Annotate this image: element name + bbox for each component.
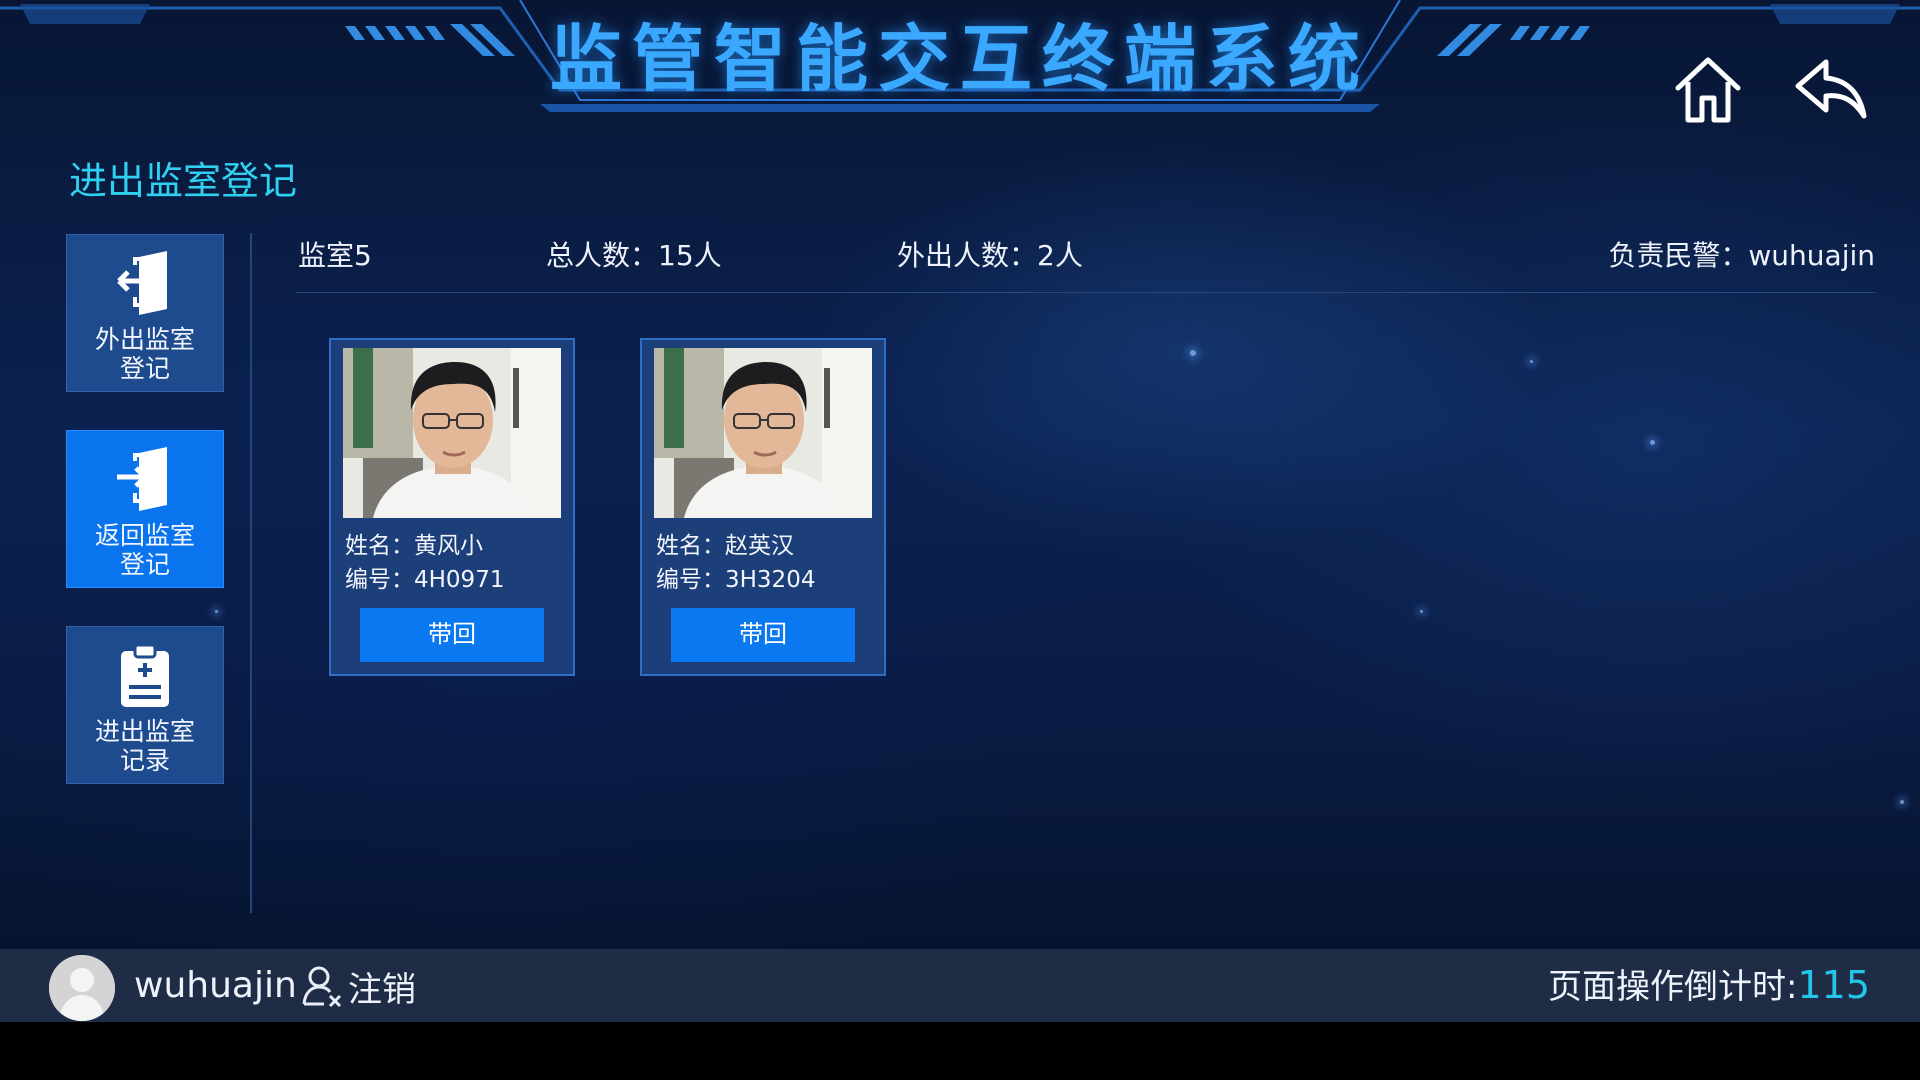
id-label: 编号：	[345, 567, 414, 593]
exit-door-icon	[115, 251, 175, 315]
countdown: 页面操作倒计时:115	[1548, 963, 1870, 1009]
out-count: 外出人数：2人	[897, 238, 1083, 274]
officer-info: 负责民警：wuhuajin	[1608, 238, 1875, 274]
person-card: 姓名：赵英汉 编号：3H3204 带回	[640, 338, 886, 676]
bring-back-button[interactable]: 带回	[671, 608, 855, 662]
page-title: 进出监室登记	[69, 159, 298, 203]
person-id: 编号：4H0971	[345, 560, 504, 594]
person-name: 姓名：黄风小	[345, 526, 483, 560]
sidebar-item-exit-register[interactable]: 外出监室登记	[66, 234, 224, 392]
app-title: 监管智能交互终端系统	[549, 17, 1370, 101]
name-label: 姓名：	[345, 533, 414, 559]
back-icon[interactable]	[1790, 50, 1870, 130]
id-label: 编号：	[656, 567, 725, 593]
name-value: 黄风小	[414, 533, 483, 559]
countdown-value: 115	[1797, 963, 1870, 1007]
star-decoration	[1650, 440, 1655, 445]
sidebar-item-label: 外出监室登记	[94, 325, 195, 383]
person-photo	[343, 348, 561, 518]
user-avatar-icon	[49, 955, 115, 1021]
out-label: 外出人数：	[897, 239, 1038, 272]
name-label: 姓名：	[656, 533, 725, 559]
star-decoration	[1900, 800, 1904, 804]
main-screen: 监管智能交互终端系统 进出监室登记 外出监室登记 返回监室登记 进出监室记录 监…	[0, 0, 1920, 949]
id-value: 4H0971	[414, 567, 505, 593]
sidebar-divider	[250, 233, 252, 913]
sidebar-item-label: 进出监室记录	[94, 717, 195, 775]
sidebar-item-records[interactable]: 进出监室记录	[66, 626, 224, 784]
person-id: 编号：3H3204	[656, 560, 815, 594]
star-decoration	[1420, 610, 1423, 613]
sidebar-item-return-register[interactable]: 返回监室登记	[66, 430, 224, 588]
clipboard-icon	[115, 643, 175, 707]
bottom-edge	[0, 1022, 1920, 1080]
info-divider	[296, 292, 1876, 293]
home-icon[interactable]	[1668, 50, 1748, 130]
total-value: 15人	[658, 239, 722, 272]
id-value: 3H3204	[725, 567, 816, 593]
bring-back-button[interactable]: 带回	[360, 608, 544, 662]
total-label: 总人数：	[546, 239, 659, 272]
avatar	[49, 955, 115, 1021]
officer-label: 负责民警：	[1608, 239, 1749, 272]
total-count: 总人数：15人	[546, 238, 722, 274]
footer-bar: wuhuajin 注销 页面操作倒计时:115	[0, 949, 1920, 1022]
logout-label: 注销	[348, 969, 416, 1010]
person-card: 姓名：黄风小 编号：4H0971 带回	[329, 338, 575, 676]
person-photo	[654, 348, 872, 518]
person-name: 姓名：赵英汉	[656, 526, 794, 560]
star-decoration	[215, 610, 218, 613]
officer-value: wuhuajin	[1748, 239, 1875, 272]
user-logout-icon	[302, 966, 342, 1008]
logout-button[interactable]: 注销	[302, 963, 416, 1010]
username: wuhuajin	[134, 965, 297, 1006]
name-value: 赵英汉	[725, 533, 794, 559]
room-name: 监室5	[298, 239, 372, 272]
enter-door-icon	[115, 447, 175, 511]
star-decoration	[1530, 360, 1533, 363]
countdown-label: 页面操作倒计时:	[1548, 967, 1798, 1007]
star-decoration	[1190, 350, 1196, 356]
sidebar-item-label: 返回监室登记	[94, 521, 195, 579]
out-value: 2人	[1037, 239, 1083, 272]
